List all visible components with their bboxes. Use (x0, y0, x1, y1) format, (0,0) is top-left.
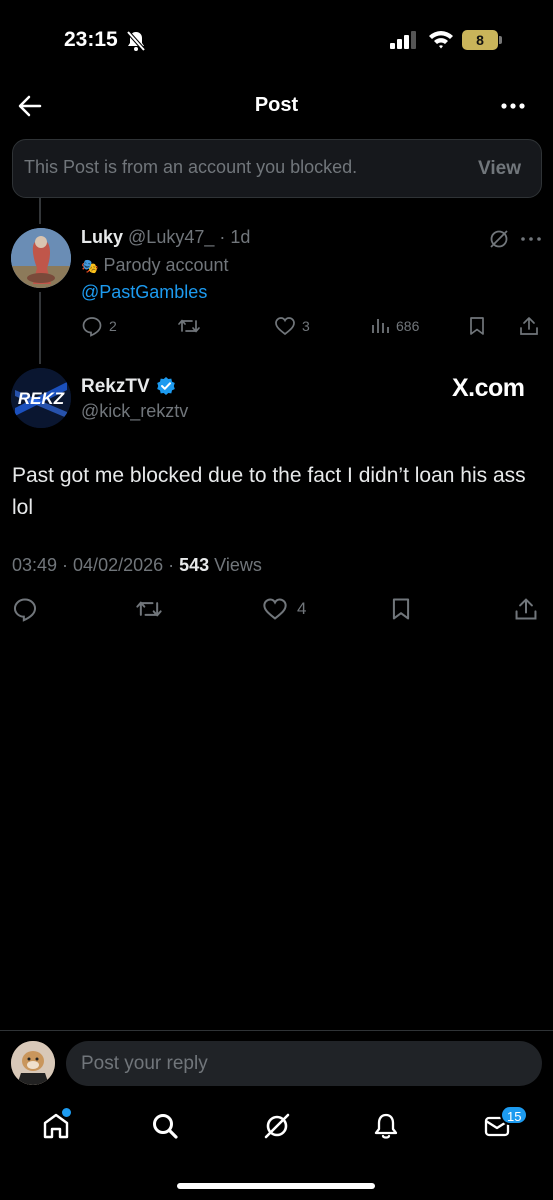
parody-label: 🎭 Parody account (81, 255, 229, 276)
theater-masks-icon: 🎭 (81, 258, 99, 274)
avatar-image: REKZ (11, 368, 71, 428)
thread-line (39, 198, 41, 224)
avatar[interactable] (11, 1041, 55, 1085)
post-author-handle[interactable]: @kick_rekztv (81, 401, 188, 422)
comment-icon (13, 598, 37, 622)
page-header: Post (0, 80, 553, 132)
battery-level: 8 (476, 32, 484, 48)
verified-badge-icon (157, 377, 175, 395)
repost-icon (136, 601, 162, 617)
post-time-date: 03:49 · 04/02/2026 · (12, 555, 180, 575)
status-time: 23:15 (64, 28, 118, 51)
heart-icon (263, 598, 287, 620)
blocked-notice: This Post is from an account you blocked… (12, 139, 542, 198)
like-button[interactable]: 3 (274, 315, 310, 337)
reply-input[interactable] (66, 1041, 542, 1086)
reply-author-handle-time: @Luky47_ · 1d (128, 227, 251, 247)
notifications-icon[interactable] (370, 1110, 402, 1142)
grok-icon[interactable] (261, 1110, 293, 1142)
avatar-image (11, 1041, 55, 1085)
search-icon[interactable] (149, 1110, 181, 1142)
reply-count: 2 (109, 318, 117, 334)
svg-text:REKZ: REKZ (18, 389, 65, 408)
messages-badge: 15 (500, 1105, 529, 1125)
reply-button[interactable] (12, 596, 38, 622)
bell-slash-icon (126, 30, 146, 52)
reply-author-name[interactable]: Luky (81, 227, 123, 247)
parody-label-text: Parody account (103, 255, 229, 275)
home-notification-dot (62, 1108, 71, 1117)
heart-icon (275, 317, 295, 336)
reply-button[interactable]: 2 (81, 315, 117, 337)
like-button[interactable]: 4 (262, 596, 306, 622)
reply-action-bar: 2 3 686 (0, 312, 553, 342)
bottom-nav (0, 1098, 553, 1158)
home-indicator[interactable] (177, 1183, 375, 1189)
view-button[interactable]: View (478, 158, 521, 180)
signal-icon (390, 31, 416, 49)
wifi-icon (429, 31, 453, 49)
avatar[interactable] (11, 228, 71, 288)
post-text: Past got me blocked due to the fact I di… (12, 464, 526, 519)
repost-icon (178, 319, 200, 333)
bookmark-button[interactable] (389, 596, 413, 622)
bookmark-icon (392, 598, 410, 620)
like-count: 3 (302, 318, 310, 334)
repost-button[interactable] (135, 596, 163, 622)
thread-line (39, 292, 41, 364)
bookmark-button[interactable] (467, 315, 487, 337)
avatar[interactable]: REKZ (11, 368, 71, 428)
repost-button[interactable] (177, 315, 201, 337)
blocked-notice-text: This Post is from an account you blocked… (24, 157, 358, 177)
like-count: 4 (297, 599, 307, 618)
more-horizontal-icon[interactable] (520, 234, 542, 244)
avatar-image (11, 228, 71, 288)
share-button[interactable] (513, 596, 539, 622)
xcom-watermark: X.com (452, 374, 525, 402)
reply-text-mention[interactable]: @PastGambles (81, 282, 207, 303)
views-button[interactable]: 686 (370, 315, 419, 337)
post-meta: 03:49 · 04/02/2026 · 543 Views (12, 555, 262, 576)
share-icon (515, 598, 537, 620)
reply-author-row: Luky @Luky47_ · 1d (81, 227, 250, 248)
composer-divider (0, 1030, 553, 1031)
more-horizontal-icon[interactable] (498, 94, 528, 118)
views-count: 686 (396, 318, 420, 334)
post-views-label: Views (209, 555, 262, 575)
post-views-count: 543 (179, 555, 210, 575)
status-bar: 23:15 8 (0, 0, 553, 80)
post-action-bar: 4 (0, 596, 553, 626)
post-author-name[interactable]: RekzTV (81, 376, 150, 398)
views-icon (372, 319, 389, 333)
comment-icon (82, 317, 102, 337)
share-button[interactable] (518, 315, 540, 337)
grok-icon[interactable] (488, 228, 510, 250)
bookmark-icon (470, 317, 484, 335)
page-title: Post (254, 94, 299, 116)
share-icon (520, 317, 538, 335)
battery-icon: 8 (462, 30, 502, 50)
